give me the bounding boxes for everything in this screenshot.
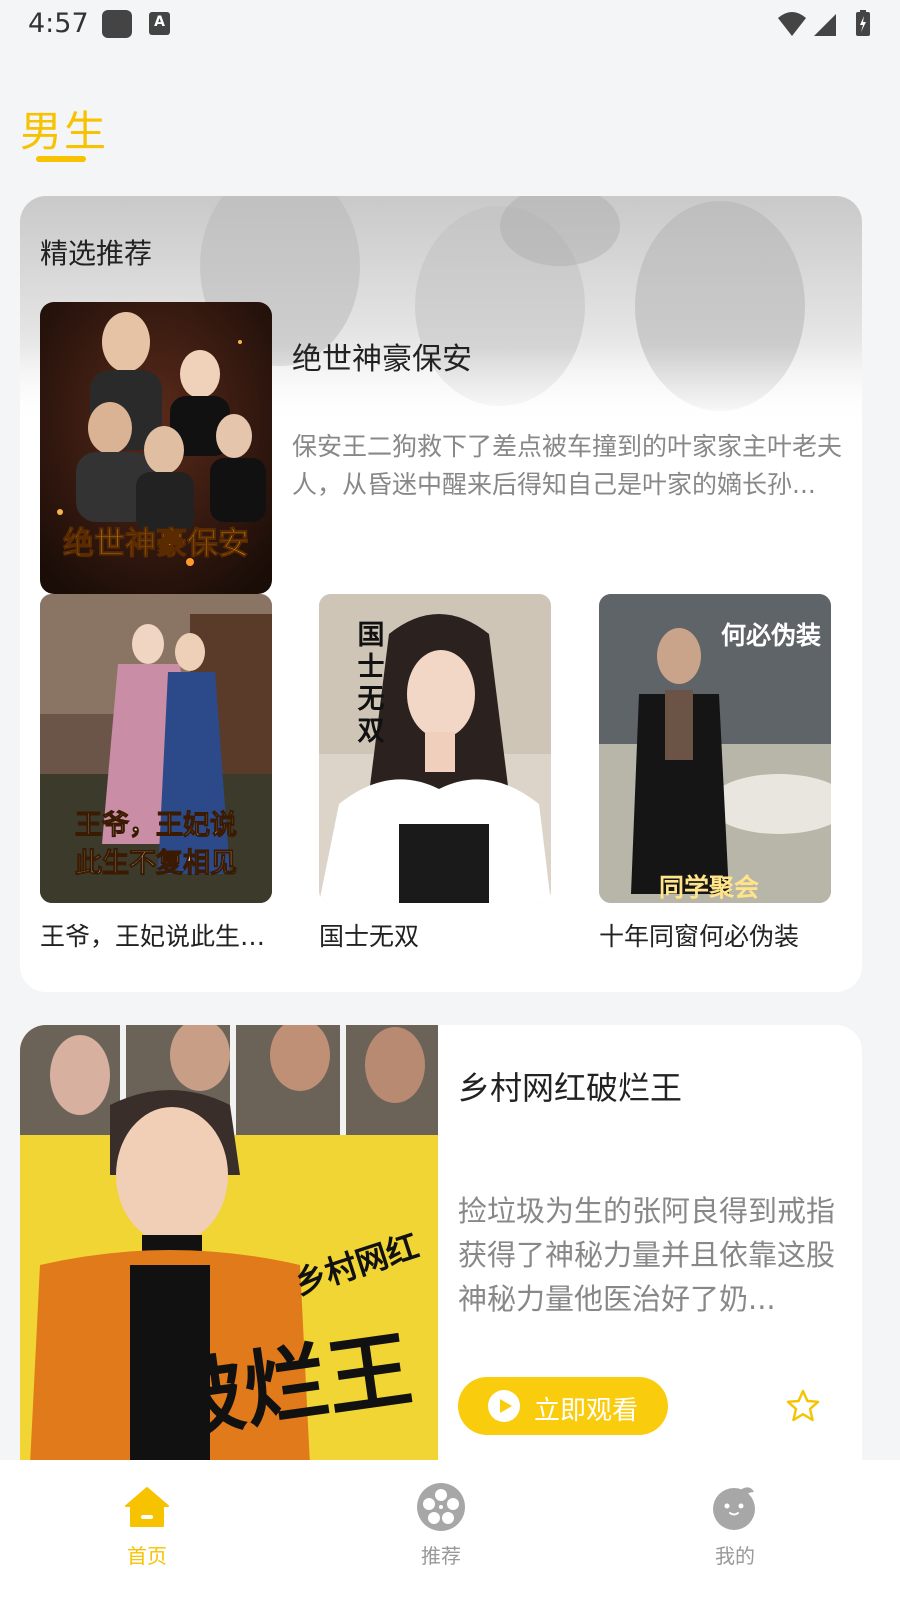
svg-text:王爷，王妃说: 王爷，王妃说	[75, 810, 237, 841]
featured-section-title: 精选推荐	[40, 237, 153, 270]
hero-title[interactable]: 绝世神豪保安	[292, 334, 472, 378]
nav-profile-label: 我的	[715, 1544, 755, 1568]
status-time: 4:57	[28, 8, 89, 39]
svg-text:此生不复相见: 此生不复相见	[75, 848, 237, 879]
status-bar: 4:57 A	[0, 0, 900, 48]
hero-poster-text: 绝世神豪保安	[63, 526, 249, 562]
drama-poster[interactable]: 乡村网红 破烂王	[20, 1025, 438, 1465]
svg-text:同学聚会: 同学聚会	[659, 873, 759, 902]
nav-recommend-label: 推荐	[421, 1544, 461, 1568]
drama-poster[interactable]: 王爷，王妃说 此生不复相见	[40, 594, 272, 903]
drama-card[interactable]: 乡村网红 破烂王 乡村网红破烂王 捡垃圾为生的张阿良得到戒指获得了神秘力量并且依…	[20, 1025, 862, 1465]
svg-text:双: 双	[358, 716, 385, 747]
drama-poster[interactable]: 何必伪装 同学聚会	[599, 594, 831, 903]
system-status-icons	[778, 10, 870, 36]
tab-active-indicator	[36, 156, 86, 162]
featured-card: 精选推荐 绝世神豪保安 绝世神豪保安 保安王二狗救下了差点被车撞到的叶家家主叶老…	[20, 196, 862, 992]
square-icon	[102, 10, 132, 38]
profile-face-icon	[713, 1487, 755, 1530]
bottom-navigation: 首页 推荐 我的	[0, 1460, 900, 1600]
list-item[interactable]: 王爷，王妃说 此生不复相见 王爷，王妃说此生不复相见	[40, 594, 272, 953]
nav-home[interactable]: 首页	[87, 1470, 207, 1590]
poster-text: 何必伪装	[721, 622, 821, 650]
drama-title[interactable]: 十年同窗何必伪装	[599, 917, 831, 953]
tab-male[interactable]: 男生	[20, 98, 108, 159]
svg-text:国: 国	[358, 620, 385, 651]
list-item[interactable]: 何必伪装 同学聚会 十年同窗何必伪装	[599, 594, 831, 953]
drama-poster[interactable]: 国 士 无 双	[319, 594, 551, 903]
nav-recommend[interactable]: 推荐	[381, 1470, 501, 1590]
hero-poster[interactable]: 绝世神豪保安	[40, 302, 272, 594]
drama-title[interactable]: 乡村网红破烂王	[458, 1063, 682, 1109]
film-reel-icon	[417, 1483, 465, 1531]
wifi-icon	[778, 12, 806, 36]
svg-text:无: 无	[358, 684, 385, 715]
nav-home-label: 首页	[127, 1544, 167, 1568]
drama-title[interactable]: 王爷，王妃说此生不复相见	[40, 917, 272, 953]
nav-profile[interactable]: 我的	[675, 1470, 795, 1590]
hero-description: 保安王二狗救下了差点被车撞到的叶家家主叶老夫人，从昏迷中醒来后得知自己是叶家的嫡…	[292, 432, 843, 499]
star-icon[interactable]	[786, 1389, 820, 1423]
watch-now-button[interactable]: 立即观看	[458, 1377, 668, 1435]
app-screen: 4:57 A 男生 精选推荐 绝世神豪保安 绝世神豪保安 保安王二狗救下了差点被…	[0, 0, 900, 1600]
list-item[interactable]: 国 士 无 双 国士无双	[319, 594, 551, 953]
drama-description: 捡垃圾为生的张阿良得到戒指获得了神秘力量并且依靠这股神秘力量他医治好了奶...	[458, 1194, 836, 1316]
svg-text:士: 士	[358, 652, 385, 683]
a-icon: A	[149, 12, 170, 35]
drama-title[interactable]: 国士无双	[319, 917, 551, 953]
home-icon	[125, 1487, 169, 1527]
watch-now-label: 立即观看	[534, 1396, 639, 1426]
play-icon	[488, 1390, 520, 1422]
signal-icon	[814, 14, 836, 36]
